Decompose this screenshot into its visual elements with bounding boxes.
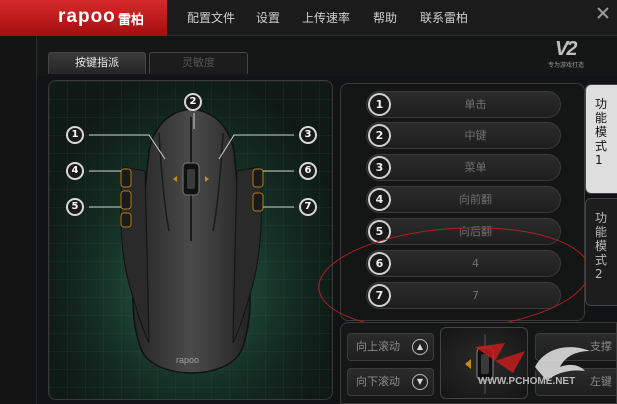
tab-mode-2-label: 功能模式2 — [595, 211, 608, 281]
function-number: 6 — [368, 252, 391, 275]
menu-report-rate[interactable]: 上传速率 — [302, 0, 350, 36]
function-number: 3 — [368, 156, 391, 179]
callout-1[interactable]: 1 — [66, 126, 84, 144]
top-menu-bar: rapoo 雷柏 配置文件 设置 上传速率 帮助 联系雷柏 — [0, 0, 617, 36]
scroll-up-button[interactable]: 向上滚动 ▲ — [347, 333, 434, 361]
function-number: 5 — [368, 220, 391, 243]
function-button-5[interactable]: 5 向后翻 — [366, 218, 561, 245]
function-label: 单击 — [464, 98, 487, 111]
function-button-1[interactable]: 1 单击 — [366, 91, 561, 118]
tab-mode-2[interactable]: 功能模式2 — [585, 198, 617, 306]
function-button-2[interactable]: 2 中键 — [366, 122, 561, 149]
callout-5[interactable]: 5 — [66, 198, 84, 216]
function-button-7[interactable]: 7 7 — [366, 282, 561, 309]
function-label: 菜单 — [464, 161, 487, 174]
function-button-3[interactable]: 3 菜单 — [366, 154, 561, 181]
scroll-down-label: 向下滚动 — [356, 375, 400, 388]
scroll-down-button[interactable]: 向下滚动 ▼ — [347, 368, 434, 396]
function-label: 4 — [472, 257, 479, 270]
function-number: 7 — [368, 284, 391, 307]
callout-6[interactable]: 6 — [299, 162, 317, 180]
up-down-arrows-icon: ▲ — [412, 339, 428, 355]
function-label: 中键 — [464, 129, 487, 142]
menu-help[interactable]: 帮助 — [373, 0, 397, 36]
callout-3[interactable]: 3 — [299, 126, 317, 144]
function-number: 4 — [368, 188, 391, 211]
brand-name: rapoo — [58, 6, 116, 27]
callout-2[interactable]: 2 — [184, 93, 202, 111]
mouse-brand-label: rapoo — [176, 355, 200, 365]
tab-button-assign[interactable]: 按键指派 — [48, 52, 146, 74]
slogan: 专为游戏打造 — [548, 62, 585, 69]
function-button-6[interactable]: 6 4 — [366, 250, 561, 277]
menu-contact[interactable]: 联系雷柏 — [420, 0, 468, 36]
tab-sensitivity[interactable]: 灵敏度 — [149, 52, 248, 74]
brand-name-cn: 雷柏 — [118, 13, 145, 28]
function-label: 向后翻 — [459, 225, 492, 238]
scroll-up-label: 向上滚动 — [356, 340, 400, 353]
left-edge — [0, 36, 37, 404]
function-number: 1 — [368, 93, 391, 116]
mouse-illustration — [61, 108, 321, 399]
callout-4[interactable]: 4 — [66, 162, 84, 180]
rapoo-logo: rapoo 雷柏 — [0, 0, 167, 36]
up-down-arrows-icon: ▼ — [412, 374, 428, 390]
mouse-diagram-panel: rapoo 2 1 3 4 6 5 7 — [48, 80, 333, 400]
close-icon[interactable] — [594, 4, 614, 26]
function-button-4[interactable]: 4 向前翻 — [366, 186, 561, 213]
function-label: 7 — [472, 289, 479, 302]
tab-mode-1-label: 功能模式1 — [595, 97, 608, 167]
menu-profile[interactable]: 配置文件 — [187, 0, 235, 36]
callout-7[interactable]: 7 — [299, 198, 317, 216]
v2-logo: V2 — [555, 38, 578, 60]
menu-settings[interactable]: 设置 — [256, 0, 280, 36]
app-window: rapoo 雷柏 配置文件 设置 上传速率 帮助 联系雷柏 按键指派 灵敏度 V… — [0, 0, 617, 404]
tab-mode-1[interactable]: 功能模式1 — [585, 84, 617, 194]
watermark-text: WWW.PCHOME.NET — [478, 376, 576, 387]
function-number: 2 — [368, 124, 391, 147]
function-label: 向前翻 — [459, 193, 492, 206]
